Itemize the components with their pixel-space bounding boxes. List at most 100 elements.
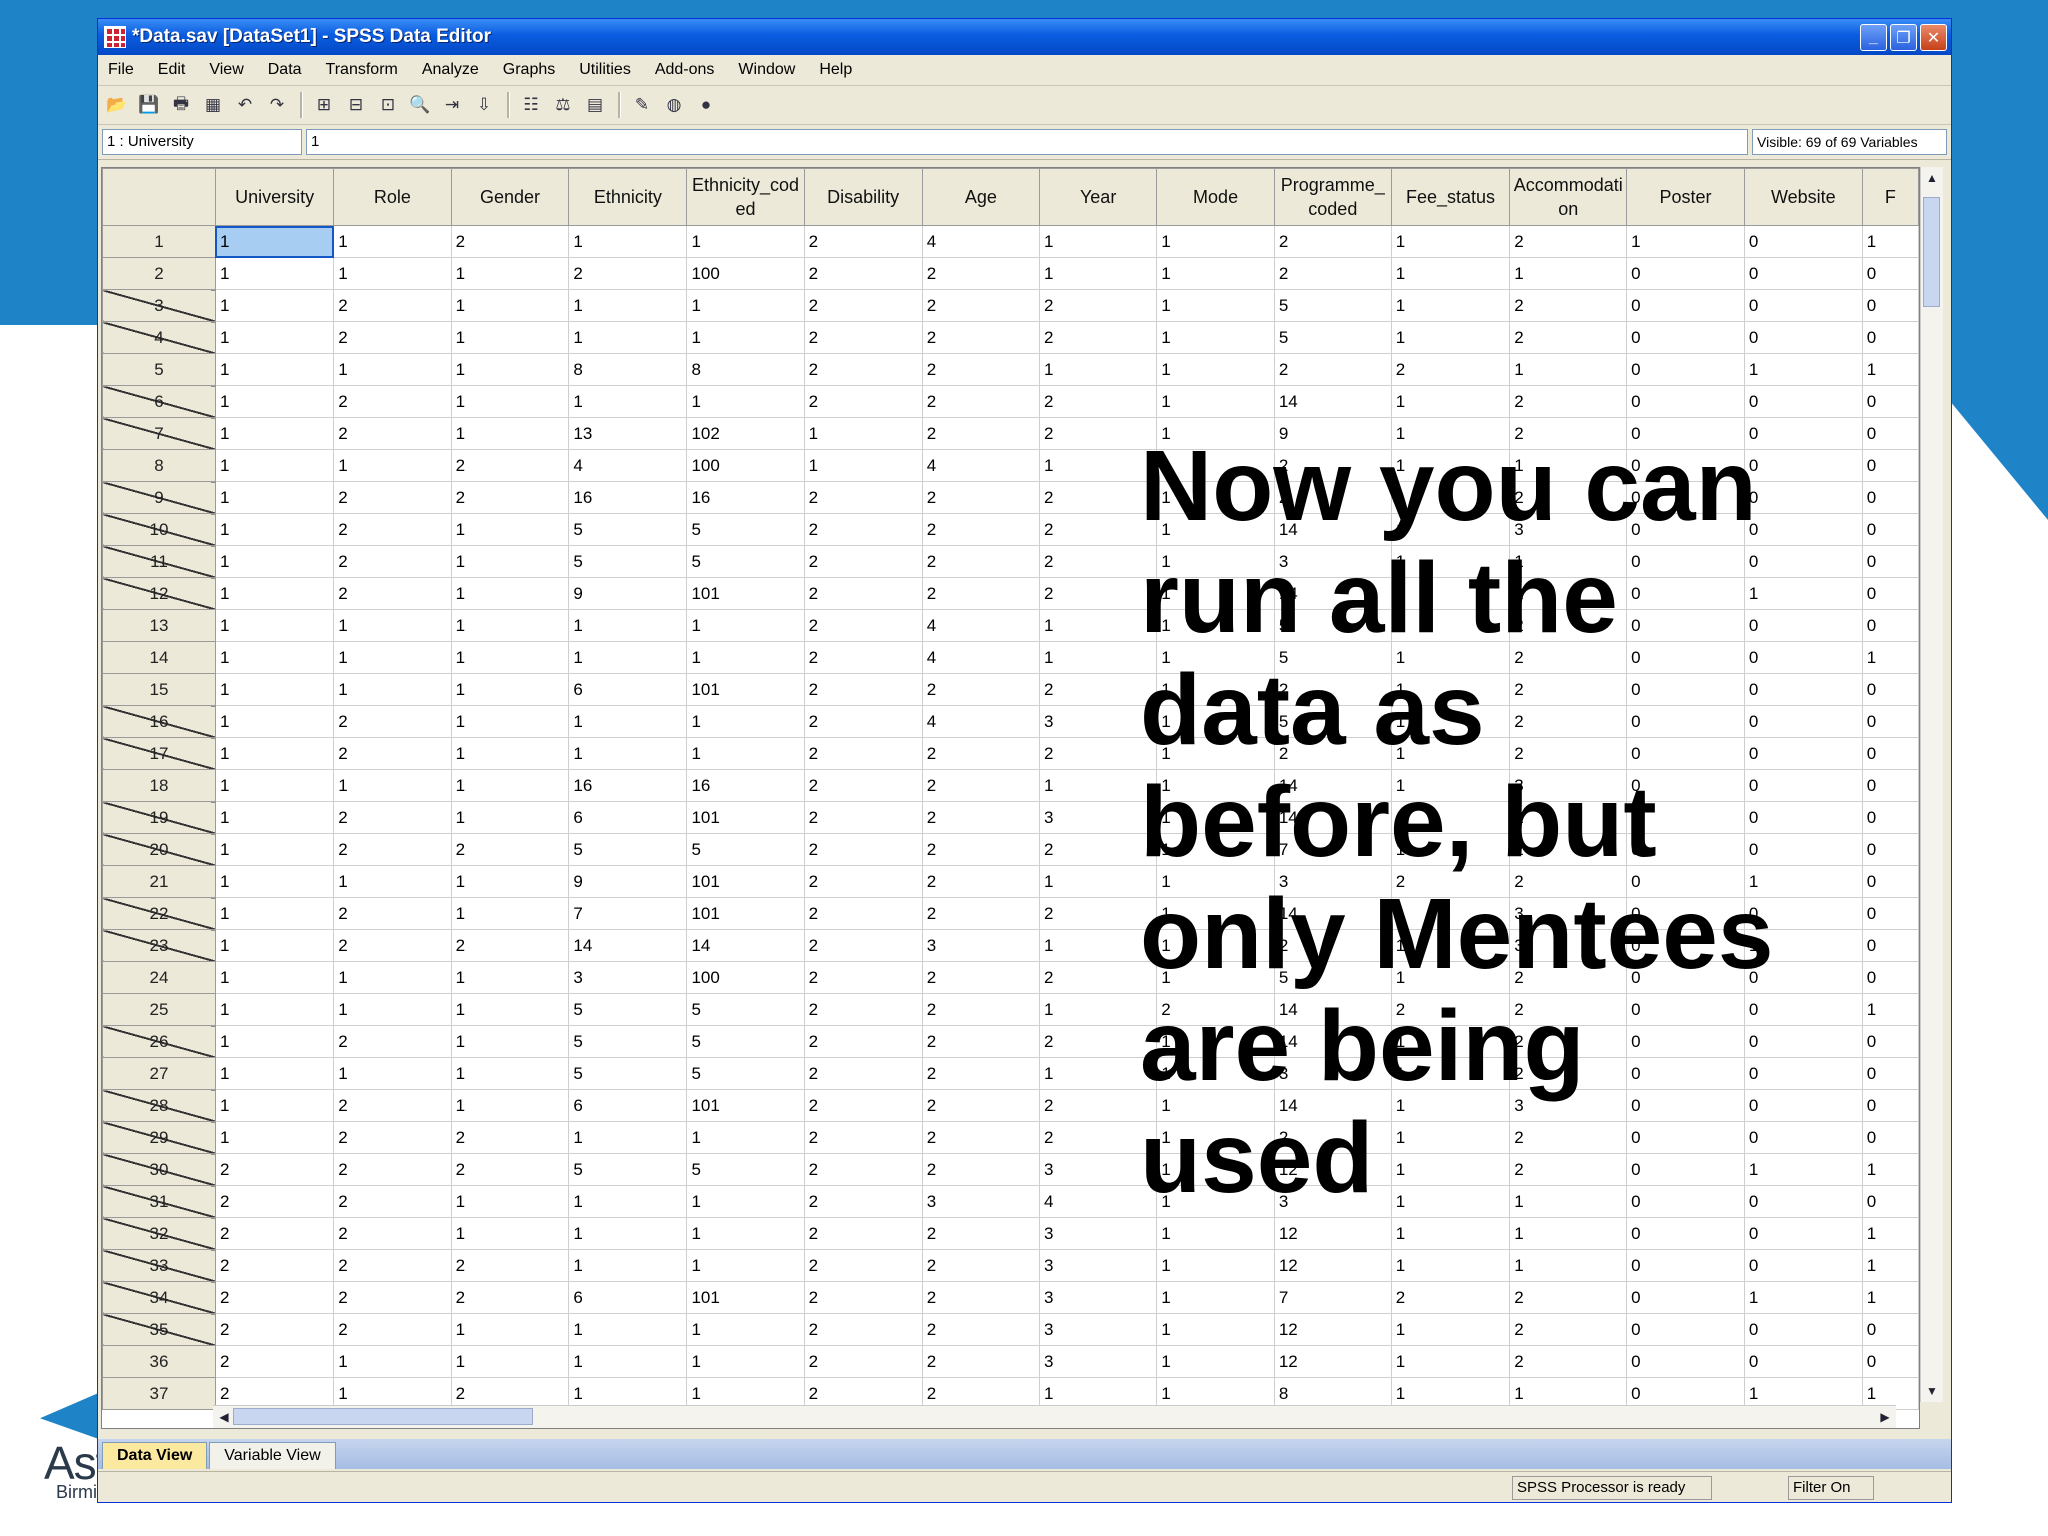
data-cell[interactable]: 4: [921, 705, 1040, 738]
data-cell[interactable]: 0: [1626, 993, 1745, 1026]
data-cell[interactable]: 1: [1390, 961, 1511, 994]
variables-icon[interactable]: ⊡: [375, 92, 401, 118]
data-cell[interactable]: 4: [921, 609, 1040, 642]
data-cell[interactable]: 1: [1156, 641, 1275, 674]
data-cell[interactable]: 1: [1743, 929, 1863, 962]
data-cell[interactable]: 1: [1861, 1249, 1919, 1282]
data-cell[interactable]: 1: [1861, 1281, 1919, 1314]
data-cell[interactable]: 0: [1861, 577, 1919, 610]
data-cell[interactable]: 1: [1156, 737, 1275, 770]
minimize-button[interactable]: _: [1860, 24, 1887, 51]
data-cell[interactable]: 2: [921, 1057, 1040, 1090]
data-cell[interactable]: 5: [686, 1057, 805, 1090]
data-cell[interactable]: 2: [450, 225, 570, 258]
data-cell[interactable]: 1: [214, 737, 335, 770]
data-cell[interactable]: 0: [1626, 1345, 1745, 1378]
data-cell[interactable]: 1: [450, 417, 570, 450]
data-cell[interactable]: 1: [568, 225, 688, 258]
data-cell[interactable]: 2: [450, 833, 570, 866]
data-cell[interactable]: 2: [333, 1121, 452, 1154]
data-cell[interactable]: 1: [1038, 257, 1158, 290]
row-header-filtered[interactable]: 34: [102, 1281, 216, 1314]
data-cell[interactable]: 1: [1156, 1121, 1275, 1154]
data-cell[interactable]: 1: [803, 449, 923, 482]
data-cell[interactable]: 3: [1038, 1313, 1158, 1346]
data-cell[interactable]: 1: [568, 1249, 688, 1282]
data-cell[interactable]: 2: [450, 1121, 570, 1154]
data-cell[interactable]: 1: [686, 737, 805, 770]
data-cell[interactable]: 1: [686, 1217, 805, 1250]
data-cell[interactable]: 1: [214, 961, 335, 994]
data-cell[interactable]: 1: [450, 545, 570, 578]
data-cell[interactable]: 0: [1861, 385, 1919, 418]
data-cell[interactable]: 1: [450, 1217, 570, 1250]
data-cell[interactable]: 2: [921, 321, 1040, 354]
data-cell[interactable]: 0: [1626, 865, 1745, 898]
menu-edit[interactable]: Edit: [158, 61, 186, 79]
data-cell[interactable]: 1: [214, 1089, 335, 1122]
data-cell[interactable]: 6: [568, 673, 688, 706]
data-cell[interactable]: 0: [1861, 1057, 1919, 1090]
data-cell[interactable]: 2: [803, 257, 923, 290]
data-cell[interactable]: 1: [333, 1057, 452, 1090]
data-cell[interactable]: 0: [1626, 1025, 1745, 1058]
data-cell[interactable]: 2: [921, 1153, 1040, 1186]
title-bar[interactable]: *Data.sav [DataSet1] - SPSS Data Editor …: [98, 19, 1951, 55]
data-cell[interactable]: 0: [1626, 289, 1745, 322]
data-cell[interactable]: 0: [1626, 1185, 1745, 1218]
data-cell[interactable]: 2: [921, 1217, 1040, 1250]
data-cell[interactable]: 1: [450, 1089, 570, 1122]
column-header[interactable]: Ethnicity: [568, 168, 688, 226]
data-cell[interactable]: 2: [803, 225, 923, 258]
data-cell[interactable]: 1: [686, 385, 805, 418]
data-cell[interactable]: 2: [803, 769, 923, 802]
data-cell[interactable]: 0: [1743, 1249, 1863, 1282]
data-cell[interactable]: 0: [1743, 417, 1863, 450]
show-all-icon[interactable]: ●: [693, 92, 719, 118]
data-cell[interactable]: 1: [686, 641, 805, 674]
data-cell[interactable]: 1: [1390, 1345, 1511, 1378]
data-cell[interactable]: 2: [1390, 993, 1511, 1026]
row-header[interactable]: 36: [102, 1345, 216, 1378]
data-cell[interactable]: 1: [686, 1185, 805, 1218]
data-cell[interactable]: 14: [568, 929, 688, 962]
data-cell[interactable]: 1: [1861, 1217, 1919, 1250]
data-cell[interactable]: 2: [921, 769, 1040, 802]
data-cell[interactable]: 1: [1626, 225, 1745, 258]
data-cell[interactable]: 0: [1626, 513, 1745, 546]
data-cell[interactable]: 1: [333, 993, 452, 1026]
data-cell[interactable]: 0: [1743, 225, 1863, 258]
data-cell[interactable]: 1: [1156, 1089, 1275, 1122]
row-header[interactable]: 14: [102, 641, 216, 674]
data-cell[interactable]: 2: [450, 481, 570, 514]
data-cell[interactable]: 2: [1038, 1025, 1158, 1058]
data-cell[interactable]: 1: [1156, 1185, 1275, 1218]
data-cell[interactable]: 1: [333, 1345, 452, 1378]
data-cell[interactable]: 1: [214, 993, 335, 1026]
data-cell[interactable]: 0: [1861, 673, 1919, 706]
data-cell[interactable]: 2: [1509, 801, 1628, 834]
data-cell[interactable]: 14: [1273, 993, 1392, 1026]
data-cell[interactable]: 1: [214, 673, 335, 706]
data-cell[interactable]: 5: [568, 1025, 688, 1058]
row-header[interactable]: 2: [102, 257, 216, 290]
data-cell[interactable]: 16: [568, 481, 688, 514]
data-cell[interactable]: 1: [214, 1025, 335, 1058]
row-header-filtered[interactable]: 22: [102, 897, 216, 930]
column-header[interactable]: Ethnicity_coded: [686, 168, 805, 226]
column-header[interactable]: University: [214, 168, 335, 226]
data-cell[interactable]: 1: [1390, 673, 1511, 706]
data-cell[interactable]: 2: [803, 1313, 923, 1346]
data-cell[interactable]: 1: [1038, 641, 1158, 674]
data-cell[interactable]: 2: [1273, 929, 1392, 962]
data-cell[interactable]: 1: [214, 801, 335, 834]
data-cell[interactable]: 5: [568, 993, 688, 1026]
cell-value-input[interactable]: 1: [306, 129, 1748, 155]
row-header-filtered[interactable]: 29: [102, 1121, 216, 1154]
data-cell[interactable]: 2: [214, 1313, 335, 1346]
column-header[interactable]: Website: [1743, 168, 1863, 226]
data-cell[interactable]: 2: [333, 929, 452, 962]
data-cell[interactable]: 1: [1390, 1089, 1511, 1122]
data-cell[interactable]: 2: [333, 1089, 452, 1122]
data-cell[interactable]: 0: [1743, 481, 1863, 514]
